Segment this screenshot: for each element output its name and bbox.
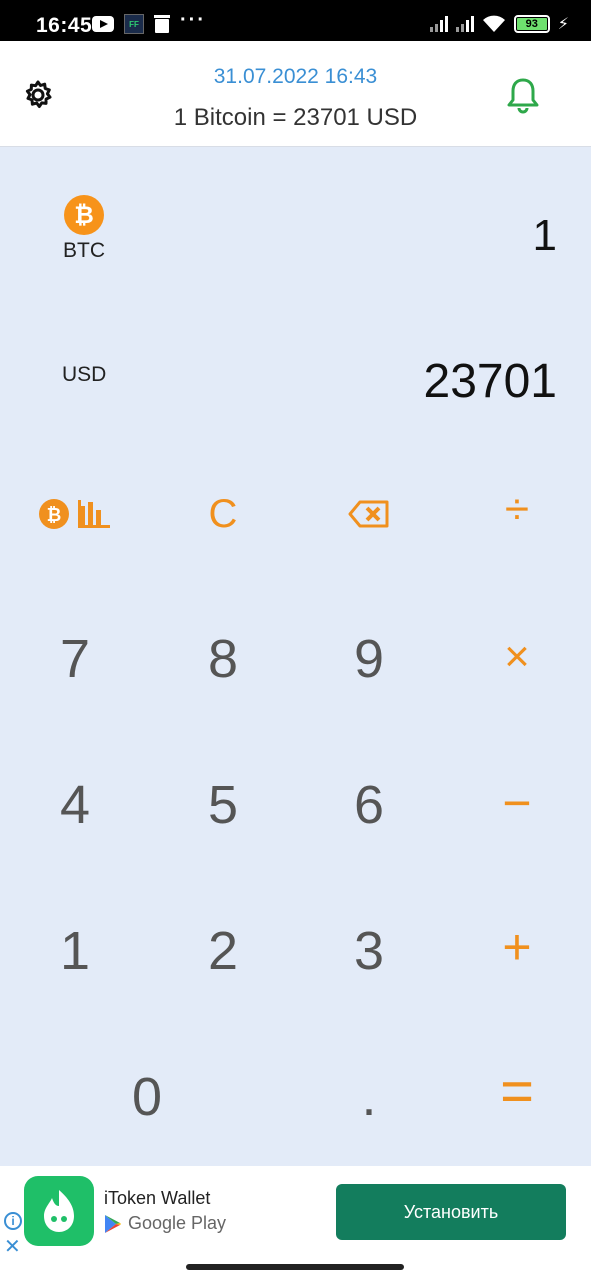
app-screen: 31.07.2022 16:43 1 Bitcoin = 23701 USD ₿… — [0, 41, 591, 1280]
status-time: 16:45 — [36, 14, 93, 37]
svg-text:₿: ₿ — [47, 505, 62, 525]
key-7[interactable]: 7 — [20, 621, 130, 697]
ad-banner[interactable]: i ✕ iToken Wallet Google Play Установить — [0, 1166, 591, 1280]
ad-title[interactable]: iToken Wallet — [104, 1188, 210, 1209]
exchange-rate: 1 Bitcoin = 23701 USD — [173, 104, 418, 131]
battery-level: 93 — [516, 18, 547, 30]
key-4[interactable]: 4 — [20, 767, 130, 843]
wifi-icon — [482, 15, 505, 32]
backspace-button[interactable] — [314, 479, 424, 549]
gesture-navigation-bar[interactable] — [186, 1264, 404, 1270]
minus-button[interactable]: − — [462, 765, 572, 841]
equals-button[interactable]: = — [462, 1053, 572, 1129]
from-currency-code[interactable]: BTC — [63, 239, 105, 263]
signal-icon — [455, 16, 474, 32]
ad-store-label: Google Play — [128, 1213, 227, 1233]
bitcoin-chart-button[interactable]: ₿ — [20, 479, 130, 549]
more-notifications-icon: ··· — [180, 8, 206, 31]
key-0[interactable]: 0 — [40, 1059, 254, 1135]
key-6[interactable]: 6 — [314, 767, 424, 843]
bitcoin-icon[interactable]: ₿ — [63, 194, 105, 236]
youtube-icon — [92, 16, 114, 32]
bitcoin-chart-icon: ₿ — [39, 499, 110, 529]
key-2[interactable]: 2 — [168, 913, 278, 989]
multiply-button[interactable]: × — [462, 619, 572, 695]
info-icon[interactable]: i — [4, 1212, 22, 1230]
bell-icon[interactable] — [505, 76, 541, 114]
status-notification-icons: FF ··· — [92, 9, 206, 34]
ad-app-icon[interactable] — [24, 1176, 94, 1246]
from-amount[interactable]: 1 — [533, 211, 557, 261]
rate-datetime: 31.07.2022 16:43 — [213, 65, 378, 88]
key-8[interactable]: 8 — [168, 621, 278, 697]
charging-icon: ⚡ — [557, 16, 569, 33]
key-dot[interactable]: . — [314, 1059, 424, 1135]
plus-button[interactable]: + — [462, 909, 572, 985]
google-play-icon — [105, 1214, 121, 1233]
key-9[interactable]: 9 — [314, 621, 424, 697]
svg-text:₿: ₿ — [74, 202, 94, 229]
key-5[interactable]: 5 — [168, 767, 278, 843]
divide-button[interactable]: ÷ — [462, 475, 572, 545]
key-3[interactable]: 3 — [314, 913, 424, 989]
ff-app-icon: FF — [124, 14, 144, 34]
battery-icon: 93 — [513, 15, 550, 33]
signal-icon — [429, 16, 448, 32]
status-system-icons: 93 ⚡ — [429, 14, 569, 34]
key-1[interactable]: 1 — [20, 913, 130, 989]
close-icon[interactable]: ✕ — [4, 1234, 21, 1259]
clear-button[interactable]: C — [168, 479, 278, 549]
trash-icon — [154, 15, 170, 33]
to-currency-code[interactable]: USD — [62, 363, 106, 387]
app-header: 31.07.2022 16:43 1 Bitcoin = 23701 USD — [0, 41, 591, 147]
ad-store: Google Play — [104, 1213, 226, 1234]
backspace-icon — [348, 500, 389, 528]
to-amount[interactable]: 23701 — [424, 354, 557, 409]
install-button[interactable]: Установить — [336, 1184, 566, 1240]
